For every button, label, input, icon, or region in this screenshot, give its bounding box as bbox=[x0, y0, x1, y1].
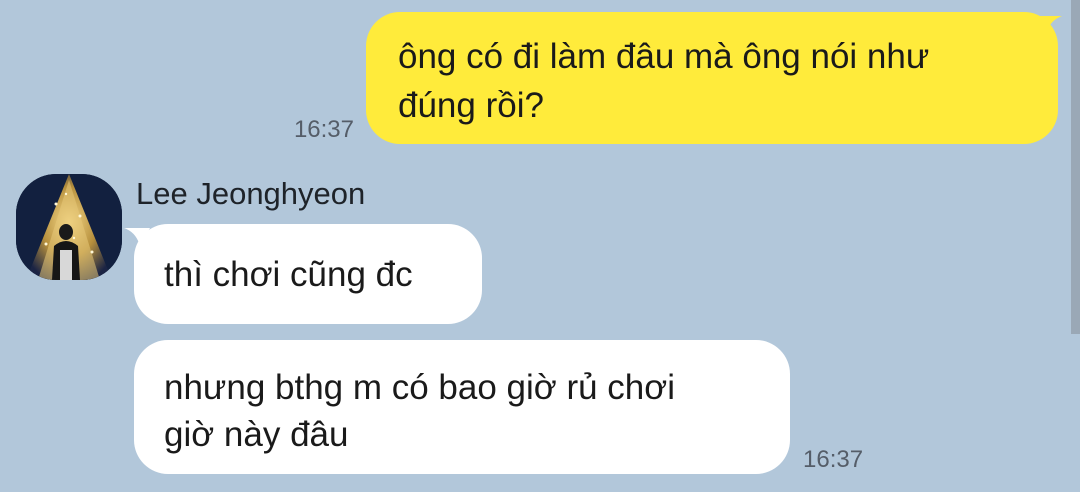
chat-view[interactable]: ông có đi làm đâu mà ông nói như đúng rồ… bbox=[0, 0, 1080, 492]
incoming-message-bubble[interactable]: nhưng bthg m có bao giờ rủ chơi giờ này … bbox=[134, 340, 790, 474]
incoming-message-text: thì chơi cũng đc bbox=[164, 255, 413, 294]
sender-name: Lee Jeonghyeon bbox=[136, 176, 366, 211]
avatar-photo-icon bbox=[16, 174, 122, 280]
incoming-message-bubble[interactable]: thì chơi cũng đc bbox=[134, 224, 482, 324]
outgoing-message-timestamp: 16:37 bbox=[293, 116, 354, 143]
sender-avatar[interactable] bbox=[16, 174, 122, 280]
scrollbar[interactable] bbox=[1071, 0, 1080, 334]
incoming-message-timestamp: 16:37 bbox=[803, 446, 864, 473]
outgoing-message-bubble[interactable]: ông có đi làm đâu mà ông nói như đúng rồ… bbox=[366, 12, 1058, 144]
outgoing-message-line-1: ông có đi làm đâu mà ông nói như bbox=[398, 37, 930, 76]
outgoing-bubble-tail bbox=[1036, 16, 1062, 34]
incoming-message-line-2: giờ này đâu bbox=[164, 415, 349, 454]
outgoing-message-line-2: đúng rồi? bbox=[398, 86, 544, 125]
incoming-message-line-1: nhưng bthg m có bao giờ rủ chơi bbox=[164, 368, 676, 407]
